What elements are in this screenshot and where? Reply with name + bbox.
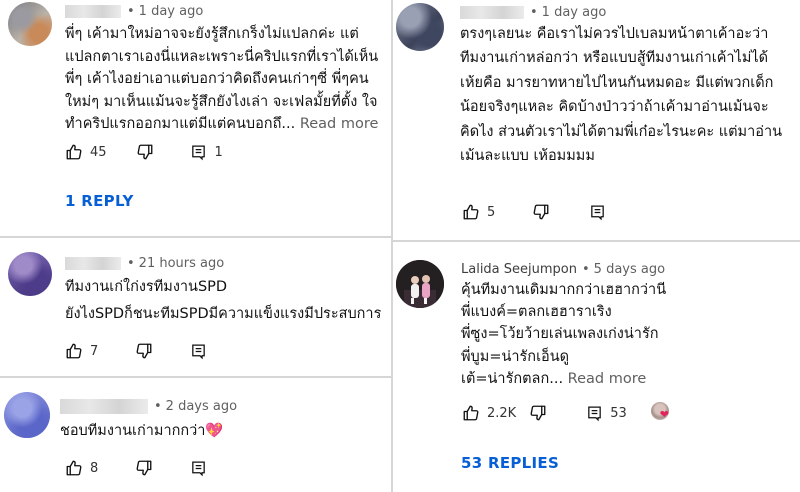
thumb-down-icon[interactable] — [135, 142, 155, 162]
comment-time[interactable]: 1 day ago — [139, 4, 204, 19]
like-count: 2.2K — [487, 405, 517, 421]
read-more-link[interactable]: Read more — [300, 116, 379, 132]
comment-icon[interactable] — [587, 202, 607, 222]
thumb-down-icon[interactable] — [528, 403, 548, 423]
comment-text: ตรงๆเลยนะ คือเราไม่ควรไปเบลมหน้าตาเค้าอะ… — [460, 26, 783, 165]
divider — [391, 0, 393, 492]
avatar[interactable] — [396, 3, 444, 51]
comment-actions: 5 — [461, 202, 607, 222]
comment-text: พี่ๆ เค้ามาใหม่อาจจะยังรู้สึกเกร็งไม่แปล… — [65, 26, 379, 132]
like-count: 45 — [90, 144, 107, 160]
thumb-down-icon[interactable] — [531, 202, 551, 222]
author-name-blurred[interactable] — [65, 257, 121, 270]
comment-text: ชอบทีมงานเก่ามากกว่า💖 — [60, 423, 224, 439]
comment-text: ทีมงานเก่ใก่งรทีมงานSPD ยังไงSPDก็ชนะทีม… — [65, 279, 382, 322]
comment-meta: • 1 day ago — [65, 4, 203, 19]
comment-icon[interactable] — [584, 403, 604, 423]
view-replies-button[interactable]: 1 REPLY — [65, 192, 134, 210]
avatar[interactable] — [396, 260, 444, 308]
author-name[interactable]: Lalida Seejumpon — [461, 262, 577, 277]
comment-meta: • 2 days ago — [60, 399, 237, 414]
divider — [0, 376, 391, 378]
comment-panel-4: • 1 day ago ตรงๆเลยนะ คือเราไม่ควรไปเบลม… — [393, 0, 800, 240]
thumb-up-icon[interactable] — [461, 403, 481, 423]
reply-count: 53 — [610, 405, 627, 421]
read-more-link[interactable]: Read more — [568, 371, 647, 387]
thumb-down-icon[interactable] — [134, 458, 154, 478]
view-replies-button[interactable]: 53 REPLIES — [461, 454, 559, 472]
thumb-up-icon[interactable] — [64, 142, 84, 162]
comment-panel-2: • 21 hours ago ทีมงานเก่ใก่งรทีมงานSPD ย… — [0, 238, 391, 376]
comment-actions: 2.2K 53 ❤ — [461, 402, 673, 424]
avatar[interactable] — [8, 2, 52, 46]
comment-icon[interactable] — [188, 458, 208, 478]
comment-meta: • 1 day ago — [460, 5, 606, 20]
comment-text: คุ้นทีมงานเดิมมากกว่าเฮฮากว่านี พี่แบงค์… — [461, 282, 667, 387]
comment-panel-1: • 1 day ago พี่ๆ เค้ามาใหม่อาจจะยังรู้สึ… — [0, 0, 391, 236]
comment-panel-5: Lalida Seejumpon • 5 days ago คุ้นทีมงาน… — [393, 242, 800, 492]
divider — [393, 240, 800, 242]
comment-time[interactable]: 21 hours ago — [139, 256, 225, 271]
like-count: 5 — [487, 204, 496, 220]
divider — [0, 236, 391, 238]
avatar[interactable] — [8, 252, 52, 296]
comment-meta: Lalida Seejumpon • 5 days ago — [461, 262, 666, 277]
comment-icon[interactable] — [188, 341, 208, 361]
comment-time[interactable]: 1 day ago — [542, 5, 607, 20]
comment-time[interactable]: 5 days ago — [594, 262, 665, 277]
author-name-blurred[interactable] — [65, 5, 121, 18]
comment-collage: • 1 day ago พี่ๆ เค้ามาใหม่อาจจะยังรู้สึ… — [0, 0, 800, 492]
comment-actions: 45 1 — [64, 142, 223, 162]
comment-time[interactable]: 2 days ago — [166, 399, 237, 414]
thumb-down-icon[interactable] — [134, 341, 154, 361]
comment-panel-3: • 2 days ago ชอบทีมงานเก่ามากกว่า💖 8 — [0, 378, 391, 492]
avatar[interactable] — [4, 392, 50, 438]
profile-photo — [396, 260, 444, 308]
creator-heart: ❤ — [650, 402, 673, 424]
comment-actions: 7 — [64, 341, 208, 361]
comment-icon[interactable] — [189, 142, 209, 162]
author-name-blurred[interactable] — [60, 399, 148, 414]
thumb-up-icon[interactable] — [64, 458, 84, 478]
reply-count: 1 — [214, 144, 223, 160]
heart-icon: ❤ — [659, 408, 669, 421]
comment-actions: 8 — [64, 458, 208, 478]
thumb-up-icon[interactable] — [461, 202, 481, 222]
like-count: 8 — [90, 460, 99, 476]
like-count: 7 — [90, 343, 99, 359]
author-name-blurred[interactable] — [460, 6, 524, 19]
comment-meta: • 21 hours ago — [65, 256, 224, 271]
thumb-up-icon[interactable] — [64, 341, 84, 361]
